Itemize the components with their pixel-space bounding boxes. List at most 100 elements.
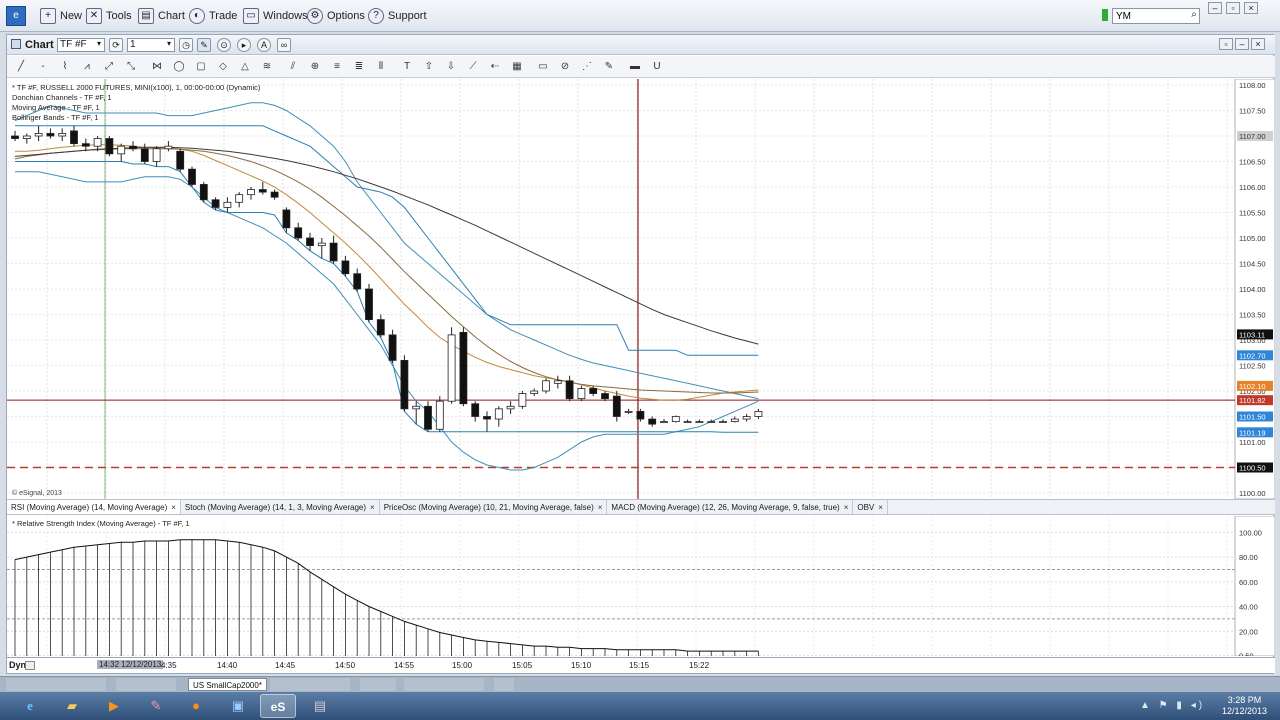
tools-icon: ✕ [86,8,102,24]
page-tab-blurred[interactable] [404,678,484,691]
close-icon[interactable]: × [171,503,176,512]
folder-icon[interactable]: ▰ [54,694,90,718]
close-icon[interactable]: × [844,503,849,512]
system-tray[interactable]: ▲ ⚑ ▮ ◂) [1140,700,1205,711]
price-label: 1102.10 [1239,382,1266,391]
tool-arrow-down-icon[interactable]: ⤡ [123,59,139,75]
esignal-icon[interactable]: eS [260,694,296,718]
page-tab-blurred[interactable] [6,678,106,691]
tool-magnet-icon[interactable]: U [649,59,665,75]
tool-channel-icon[interactable]: ⫽ [285,59,301,75]
indicator-tab[interactable]: RSI (Moving Average) (14, Moving Average… [7,500,181,514]
menu-options[interactable]: ⚙ Options [307,6,365,26]
tool-hlines-icon[interactable]: ≡ [329,59,345,75]
app-logo-icon[interactable]: e [6,6,26,26]
chain-icon[interactable]: ∞ [277,38,291,52]
tool-line-icon[interactable]: ╱ [13,59,29,75]
tool-text-icon[interactable]: T [399,59,415,75]
tool-hlines-2-icon[interactable]: ≣ [351,59,367,75]
candle-body [306,237,314,247]
menu-label: Support [388,10,427,22]
menu-trade[interactable]: ◐ Trade [189,6,237,26]
tools-icon[interactable]: ✎ [138,694,174,718]
taskbar-clock[interactable]: 3:28 PM 12/12/2013 [1222,695,1267,717]
tool-wave-icon[interactable]: ≋ [259,59,275,75]
media-icon[interactable]: ▶ [96,694,132,718]
menu-new[interactable]: + New [40,6,82,26]
menu-support[interactable]: ? Support [368,6,427,26]
tool-vertical-line-icon[interactable]: ⌇ [57,59,73,75]
tool-pencil-icon[interactable]: ✎ [601,59,617,75]
menu-windows[interactable]: ▭ Windows [243,6,308,26]
rsi-chart[interactable]: 100.00 80.00 60.00 40.00 20.00 0.50 * Relative… [7,516,1275,656]
tool-arrow-up-icon[interactable]: ⤢ [101,59,117,75]
tool-crosshair-icon[interactable]: ⋈ [149,59,165,75]
indicator-tab[interactable]: Stoch (Moving Average) (14, 1, 3, Moving… [181,500,380,514]
candle-body [683,421,692,424]
close-icon[interactable]: × [878,503,883,512]
search-icon[interactable]: ⌕ [1188,9,1200,21]
firefox-icon[interactable]: ● [178,694,214,718]
tool-fib-icon[interactable]: ⊕ [307,59,323,75]
ie-icon[interactable]: e [12,694,48,718]
tool-rectangle-icon[interactable]: ▢ [193,59,209,75]
menu-tools[interactable]: ✕ Tools [86,6,132,26]
clock-icon[interactable]: ◷ [179,38,193,52]
tool-grid-icon[interactable]: ▦ [509,59,525,75]
chevron-down-icon[interactable]: ▾ [97,39,101,48]
dynamic-scale-label[interactable]: Dyn [9,660,26,670]
minimize-icon[interactable]: – [1208,2,1222,14]
tool-arrow-left-icon[interactable]: ⇠ [487,59,503,75]
alert-icon[interactable]: A [257,38,271,52]
candle-body [471,403,480,417]
menu-chart[interactable]: ▤ Chart [138,6,185,26]
chevron-down-icon[interactable]: ▾ [167,39,171,48]
tool-cycle-icon[interactable]: ⋰ [579,59,595,75]
candle-body [58,133,67,137]
pencil-icon[interactable]: ✎ [197,38,211,52]
refresh-icon[interactable]: ⟳ [109,38,123,52]
tool-box-icon[interactable]: ▭ [535,59,551,75]
time-tick-label: 15:10 [571,661,592,670]
window-close-icon[interactable]: × [1251,38,1265,50]
chart-legend-line: Bollinger Bands - TF #F, 1 [12,113,99,122]
page-tab-blurred[interactable] [116,678,176,691]
tool-circle-icon[interactable]: ◯ [171,59,187,75]
page-tab-blurred[interactable] [360,678,396,691]
play-icon[interactable]: ▸ [237,38,251,52]
indicator-tab[interactable]: MACD (Moving Average) (12, 26, Moving Av… [607,500,854,514]
page-tab-blurred[interactable] [494,678,514,691]
price-chart[interactable]: 1108.00 1107.50 1107.00 1106.50 1106.00 1105.… [7,79,1275,499]
candle-body [34,133,43,137]
window-minimize-icon[interactable]: – [1235,38,1249,50]
link-icon[interactable]: ⊙ [217,38,231,52]
save-icon[interactable]: ▤ [302,694,338,718]
window-float-icon[interactable]: ▫ [1219,38,1233,50]
restore-icon[interactable]: ▫ [1226,2,1240,14]
tool-bars-icon[interactable]: ⫴ [373,59,389,75]
close-icon[interactable]: × [598,503,603,512]
page-tab-smallcap[interactable]: US SmallCap2000* [188,678,267,691]
tool-gann-icon[interactable]: ⊘ [557,59,573,75]
indicator-tab[interactable]: OBV × [853,500,888,514]
tool-diamond-icon[interactable]: ◇ [215,59,231,75]
tool-highlight-icon[interactable]: ▬ [627,59,643,75]
y-tick-label: 1100.00 [1239,489,1266,498]
tool-polyline-icon[interactable]: ⩘ [79,59,95,75]
time-tick-label: 15:05 [512,661,533,670]
tool-arrow-up-2-icon[interactable]: ⇧ [421,59,437,75]
tool-arrow-down-2-icon[interactable]: ⇩ [443,59,459,75]
menu-label: Options [327,10,365,22]
chart-icon: ▤ [138,8,154,24]
close-icon[interactable]: × [370,503,375,512]
candle-body [695,421,704,424]
indicator-tab[interactable]: PriceOsc (Moving Average) (10, 21, Movin… [380,500,608,514]
tool-ray-icon[interactable]: ‐ [35,59,51,75]
symbol-search-input[interactable] [1112,8,1200,24]
monitor-icon[interactable]: ▣ [220,694,256,718]
tool-trend-icon[interactable]: ⟋ [465,59,481,75]
scale-lock-icon[interactable] [25,661,35,670]
page-tab-blurred[interactable] [270,678,350,691]
close-icon[interactable]: × [1244,2,1258,14]
tool-triangle-icon[interactable]: △ [237,59,253,75]
